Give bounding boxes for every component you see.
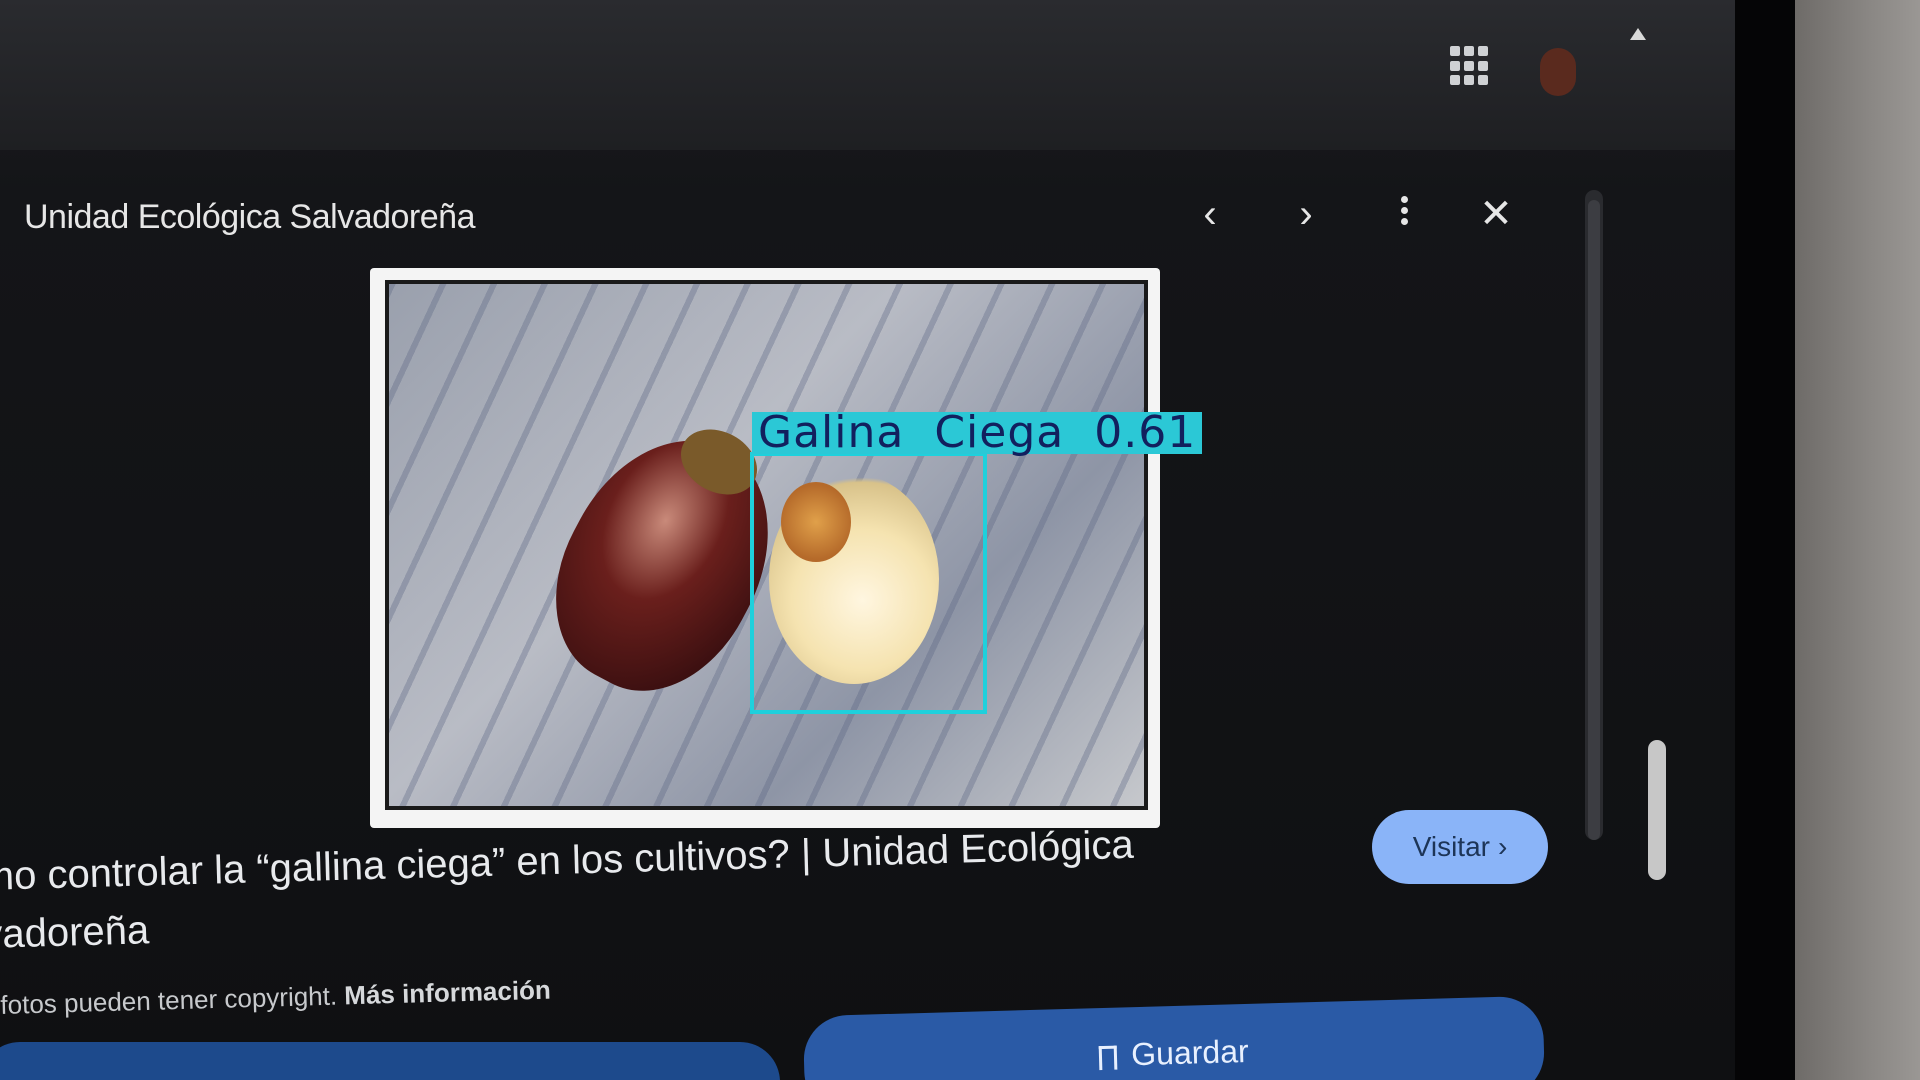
visit-button-label: Visitar xyxy=(1412,831,1490,862)
bookmark-icon xyxy=(1098,1045,1118,1071)
more-info-link[interactable]: Más información xyxy=(344,975,551,1011)
apps-grid-icon[interactable] xyxy=(1450,46,1490,86)
monitor-bezel xyxy=(1735,0,1795,1080)
scroll-up-arrow-icon[interactable] xyxy=(1630,28,1646,40)
avatar[interactable] xyxy=(1540,48,1576,96)
save-button[interactable]: Guardar xyxy=(802,995,1546,1080)
visit-button[interactable]: Visitar › xyxy=(1372,810,1548,884)
screen: Unidad Ecológica Salvadoreña ‹ › ✕ Galin… xyxy=(0,0,1735,1080)
more-vert-icon[interactable] xyxy=(1380,190,1428,238)
image-viewer-header: Unidad Ecológica Salvadoreña ‹ › ✕ xyxy=(0,180,1560,250)
page-scrollbar-thumb[interactable] xyxy=(1648,740,1666,880)
save-button-label: Guardar xyxy=(1130,1032,1250,1073)
detection-bounding-box xyxy=(750,452,987,714)
source-title[interactable]: Unidad Ecológica Salvadoreña xyxy=(24,198,475,237)
chevron-right-icon: › xyxy=(1497,831,1508,862)
chevron-left-icon[interactable]: ‹ xyxy=(1186,190,1234,238)
close-icon[interactable]: ✕ xyxy=(1472,190,1520,238)
copyright-text: fotos pueden tener copyright. xyxy=(0,980,338,1020)
panel-scrollbar-thumb[interactable] xyxy=(1588,200,1600,840)
copyright-notice: fotos pueden tener copyright. Más inform… xyxy=(0,975,551,1021)
result-title[interactable]: mo controlar la “gallina ciega” en los c… xyxy=(0,815,1163,964)
background-wall xyxy=(1795,0,1920,1080)
chevron-right-icon[interactable]: › xyxy=(1282,190,1330,238)
detection-label: Galina Ciega 0.61 xyxy=(752,411,1203,455)
share-button[interactable] xyxy=(0,1042,780,1080)
